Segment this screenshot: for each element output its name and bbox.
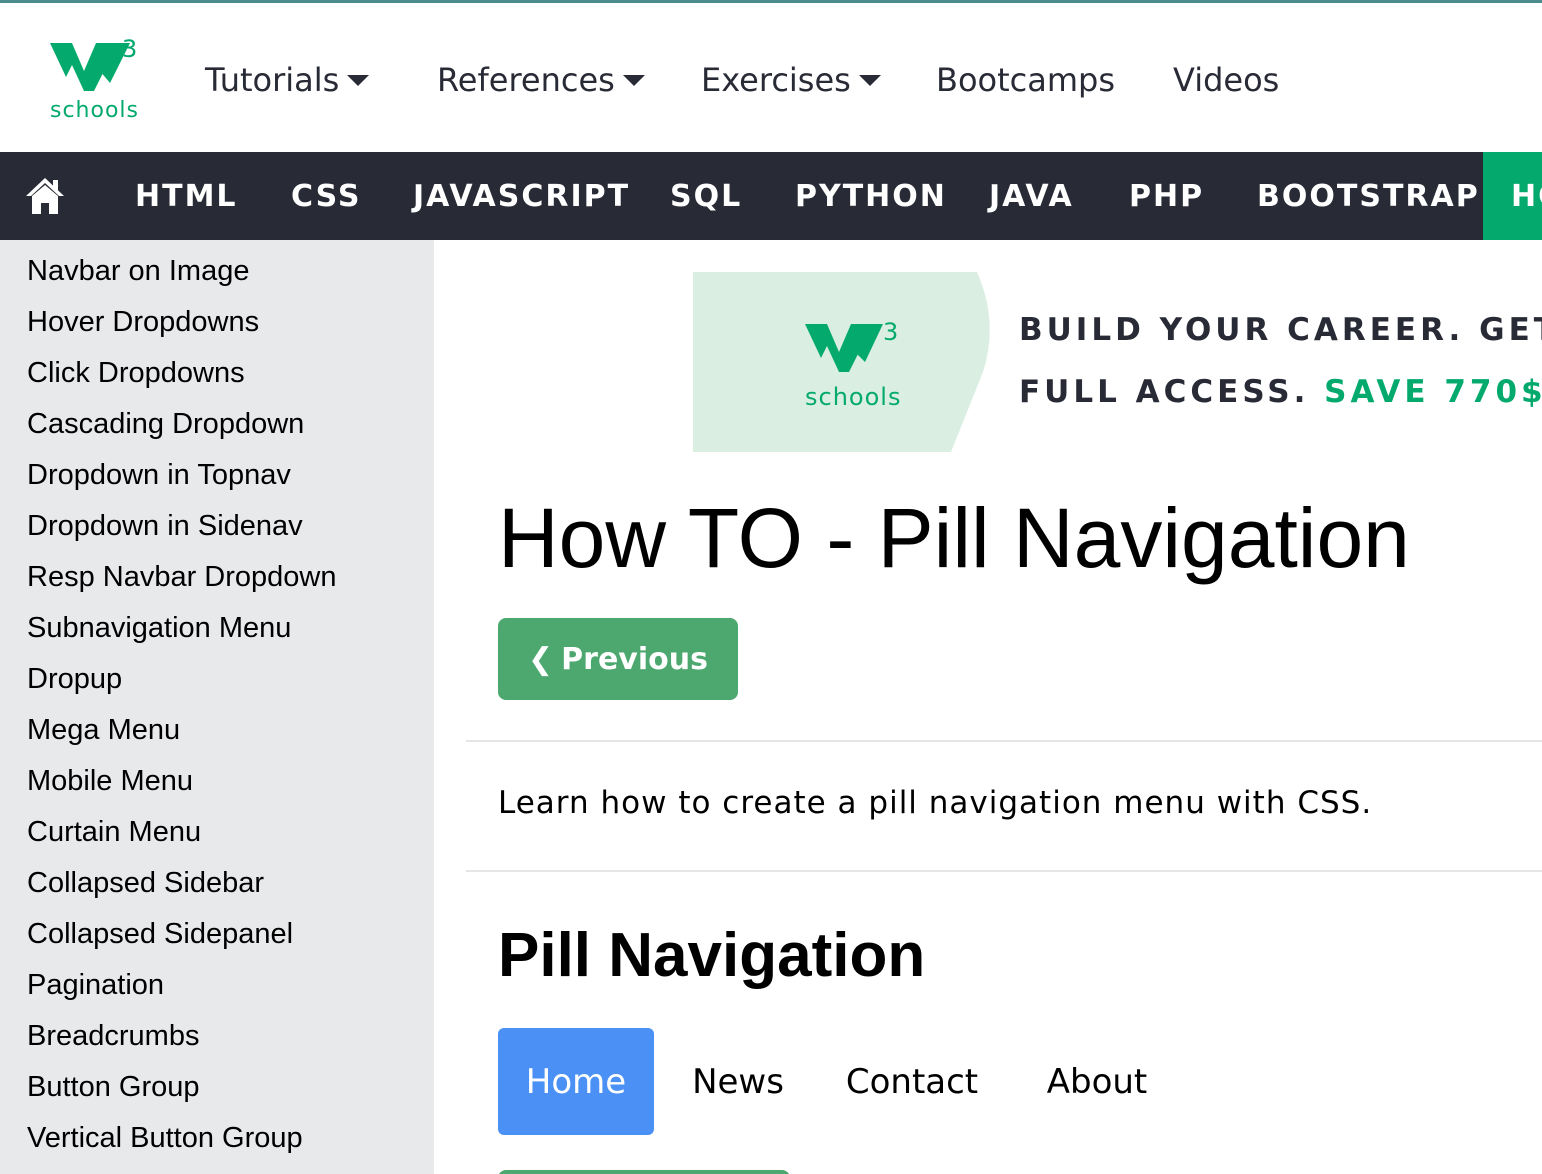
sidebar-item[interactable]: Resp Navbar Dropdown	[27, 555, 336, 599]
pill-home[interactable]: Home	[498, 1028, 654, 1135]
menu-tutorials[interactable]: Tutorials	[205, 55, 370, 105]
ad-subline: FULL ACCESS. SAVE 770$	[1019, 374, 1542, 410]
ad-logo-panel: 3 schools	[693, 272, 990, 452]
ad-subline-text: FULL ACCESS.	[1019, 374, 1325, 410]
menu-exercises[interactable]: Exercises	[701, 55, 881, 105]
ad-headline: BUILD YOUR CAREER. GET	[1019, 312, 1542, 348]
try-it-button-partial[interactable]	[498, 1170, 790, 1174]
sidebar-item[interactable]: Curtain Menu	[27, 810, 201, 854]
menu-bootcamps-label: Bootcamps	[936, 61, 1116, 99]
menu-videos-label: Videos	[1173, 61, 1280, 99]
chevron-left-icon: ❮	[528, 641, 554, 677]
svg-text:schools: schools	[50, 98, 139, 123]
section-title: Pill Navigation	[498, 921, 926, 990]
sidebar-item[interactable]: Mobile Menu	[27, 759, 193, 803]
sidebar-item[interactable]: Dropup	[27, 657, 122, 701]
sidebar-item[interactable]: Mega Menu	[27, 708, 180, 752]
sidebar-item[interactable]: Dropdown in Sidenav	[27, 504, 303, 548]
caret-down-icon	[858, 74, 881, 86]
pill-contact[interactable]: Contact	[832, 1028, 992, 1135]
topnav-python[interactable]: PYTHON	[795, 152, 947, 240]
divider	[466, 740, 1542, 742]
sidebar-item[interactable]: Pagination	[27, 963, 164, 1007]
sidebar-item[interactable]: Cascading Dropdown	[27, 402, 304, 446]
menu-references-label: References	[437, 61, 615, 99]
sidebar-item[interactable]: Button Group	[27, 1065, 200, 1109]
sidebar-item[interactable]: Navbar on Image	[27, 249, 249, 293]
topnav-css[interactable]: CSS	[291, 152, 361, 240]
previous-button[interactable]: ❮ Previous	[498, 618, 738, 700]
sidebar-item[interactable]: Hover Dropdowns	[27, 300, 259, 344]
svg-text:schools: schools	[805, 383, 901, 411]
sidebar-item[interactable]: Collapsed Sidebar	[27, 861, 264, 905]
svg-text:3: 3	[883, 318, 898, 346]
ad-save-highlight: SAVE 770$	[1324, 374, 1542, 410]
topnav-sql[interactable]: SQL	[670, 152, 742, 240]
sidebar-item[interactable]: Breadcrumbs	[27, 1014, 199, 1058]
topnav-php[interactable]: PHP	[1129, 152, 1204, 240]
w3schools-logo[interactable]: 3 schools	[46, 31, 146, 131]
sidebar-item[interactable]: Collapsed Sidepanel	[27, 912, 293, 956]
top-header: 3 schools Tutorials References Exercises…	[0, 3, 1542, 152]
caret-down-icon	[347, 74, 370, 86]
menu-videos[interactable]: Videos	[1173, 55, 1279, 105]
pill-news[interactable]: News	[674, 1028, 802, 1135]
home-icon[interactable]	[24, 176, 66, 216]
caret-down-icon	[622, 74, 645, 86]
topic-navbar: HTML CSS JAVASCRIPT SQL PYTHON JAVA PHP …	[0, 152, 1542, 240]
sidebar-item[interactable]: Vertical Button Group	[27, 1116, 303, 1160]
topnav-java[interactable]: JAVA	[989, 152, 1074, 240]
topnav-html[interactable]: HTML	[135, 152, 238, 240]
main-content: 3 schools BUILD YOUR CAREER. GET FULL AC…	[434, 240, 1542, 1174]
sidebar-item[interactable]: Click Dropdowns	[27, 351, 245, 395]
intro-text: Learn how to create a pill navigation me…	[498, 785, 1373, 821]
ad-banner[interactable]: 3 schools BUILD YOUR CAREER. GET FULL AC…	[693, 272, 1542, 452]
menu-exercises-label: Exercises	[701, 61, 851, 99]
page-title: How TO - Pill Navigation	[498, 491, 1410, 585]
menu-bootcamps[interactable]: Bootcamps	[936, 55, 1115, 105]
svg-text:3: 3	[122, 35, 137, 63]
previous-button-label: Previous	[561, 641, 708, 677]
divider	[466, 870, 1542, 872]
sidebar-item[interactable]: Dropdown in Topnav	[27, 453, 291, 497]
topnav-javascript[interactable]: JAVASCRIPT	[413, 152, 630, 240]
topnav-bootstrap[interactable]: BOOTSTRAP	[1257, 152, 1480, 240]
pill-about[interactable]: About	[1032, 1028, 1162, 1135]
sidebar: Navbar on Image Hover Dropdowns Click Dr…	[0, 240, 434, 1174]
sidebar-item[interactable]: Subnavigation Menu	[27, 606, 291, 650]
menu-references[interactable]: References	[437, 55, 645, 105]
menu-tutorials-label: Tutorials	[205, 61, 340, 99]
topnav-overflow-item[interactable]: HC	[1483, 152, 1542, 240]
